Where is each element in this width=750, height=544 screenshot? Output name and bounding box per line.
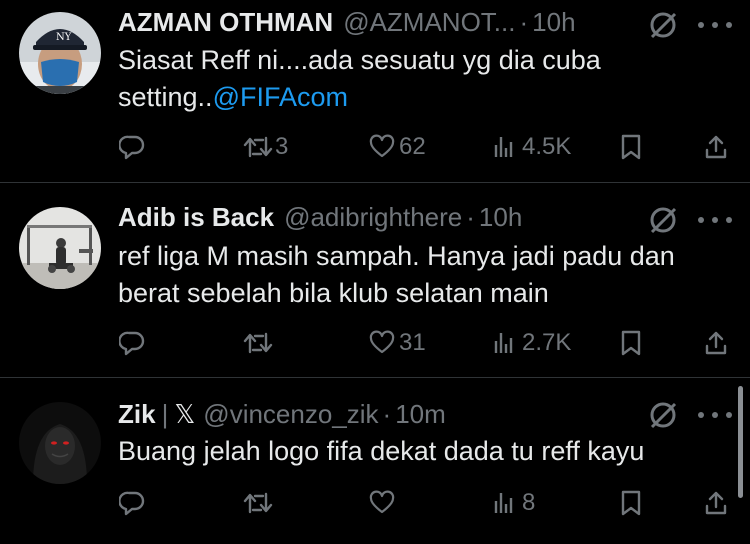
view-count: 4.5K [522,133,572,160]
view-count: 2.7K [522,329,572,356]
retweet-button[interactable] [243,488,279,518]
timestamp[interactable]: 10h [532,7,575,38]
reply-icon [119,331,145,356]
bookmark-icon [621,134,641,160]
like-button[interactable]: 62 [369,132,426,162]
tweet-text: ref liga M masih sampah. Hanya jadi padu… [118,238,728,312]
views-button[interactable]: 2.7K [494,328,571,358]
view-count: 8 [522,489,536,516]
heart-icon [369,490,395,514]
share-button[interactable] [704,132,728,162]
share-button[interactable] [704,488,728,518]
share-icon [705,331,727,355]
tweet-text: Buang jelah logo fifa dekat dada tu reff… [118,433,728,470]
x-logo-icon: 𝕏 [174,398,196,429]
retweet-button[interactable] [243,328,279,358]
bookmark-icon [621,490,641,516]
like-button[interactable]: 31 [369,328,426,358]
tweet-text: Siasat Reff ni....ada sesuatu yg dia cub… [118,42,728,116]
avatar[interactable] [19,207,101,289]
views-chart-icon [494,493,513,513]
svg-text:NY: NY [56,32,72,43]
tweet-header: AZMAN OTHMAN @AZMANOT... · 10h [118,4,576,40]
retweet-button[interactable]: 3 [243,132,288,162]
tweet[interactable]: Zik | 𝕏 @vincenzo_zik · 10m Buang jelah … [0,378,750,544]
name-separator: | [161,398,169,429]
grok-icon[interactable] [648,205,678,235]
author-handle[interactable]: @vincenzo_zik [203,399,378,430]
author-name[interactable]: Adib is Back [118,202,274,233]
grok-icon[interactable] [648,10,678,40]
author-handle[interactable]: @adibrighthere [284,202,462,233]
views-button[interactable]: 8 [494,488,535,518]
share-icon [705,491,727,515]
bookmark-button[interactable] [621,488,641,518]
more-dots-icon[interactable] [698,17,732,33]
tweet-body: ref liga M masih sampah. Hanya jadi padu… [118,241,675,308]
tweet[interactable]: Adib is Back @adibrighthere · 10h ref li… [0,183,750,378]
more-dots-icon[interactable] [698,407,732,423]
reply-button[interactable] [119,488,151,518]
heart-icon [369,134,395,158]
views-chart-icon [494,333,513,353]
views-button[interactable]: 4.5K [494,132,571,162]
bookmark-button[interactable] [621,328,641,358]
like-button[interactable] [369,488,401,518]
retweet-icon [243,136,273,158]
reply-icon [119,135,145,160]
heart-icon [369,330,395,354]
tweet-header: Zik | 𝕏 @vincenzo_zik · 10m [118,396,446,432]
separator-dot: · [466,201,475,232]
avatar[interactable] [19,402,101,484]
reply-icon [119,491,145,516]
author-name[interactable]: AZMAN OTHMAN [118,7,333,38]
tweet[interactable]: NY AZMAN OTHMAN @AZMANOT... · 10h Siasat… [0,0,750,183]
scrollbar[interactable] [738,386,743,498]
timestamp[interactable]: 10h [479,202,522,233]
like-count: 62 [399,133,426,160]
retweet-count: 3 [275,133,289,160]
tweet-header: Adib is Back @adibrighthere · 10h [118,199,522,235]
reply-button[interactable] [119,328,151,358]
retweet-icon [243,332,273,354]
bookmark-icon [621,330,641,356]
tweet-body: Buang jelah logo fifa dekat dada tu reff… [118,436,645,466]
avatar[interactable]: NY [19,12,101,94]
like-count: 31 [399,329,426,356]
separator-dot: · [519,6,529,37]
views-chart-icon [494,137,513,157]
share-icon [705,135,727,159]
author-name[interactable]: Zik [118,399,156,430]
reply-button[interactable] [119,132,151,162]
author-handle[interactable]: @AZMANOT... [343,7,515,38]
separator-dot: · [382,398,392,429]
mention-link[interactable]: @FIFAcom [213,82,348,112]
share-button[interactable] [704,328,728,358]
timestamp[interactable]: 10m [395,399,446,430]
retweet-icon [243,492,273,514]
tweet-body: Siasat Reff ni....ada sesuatu yg dia cub… [118,45,601,112]
more-dots-icon[interactable] [698,212,732,228]
grok-icon[interactable] [648,400,678,430]
bookmark-button[interactable] [621,132,641,162]
